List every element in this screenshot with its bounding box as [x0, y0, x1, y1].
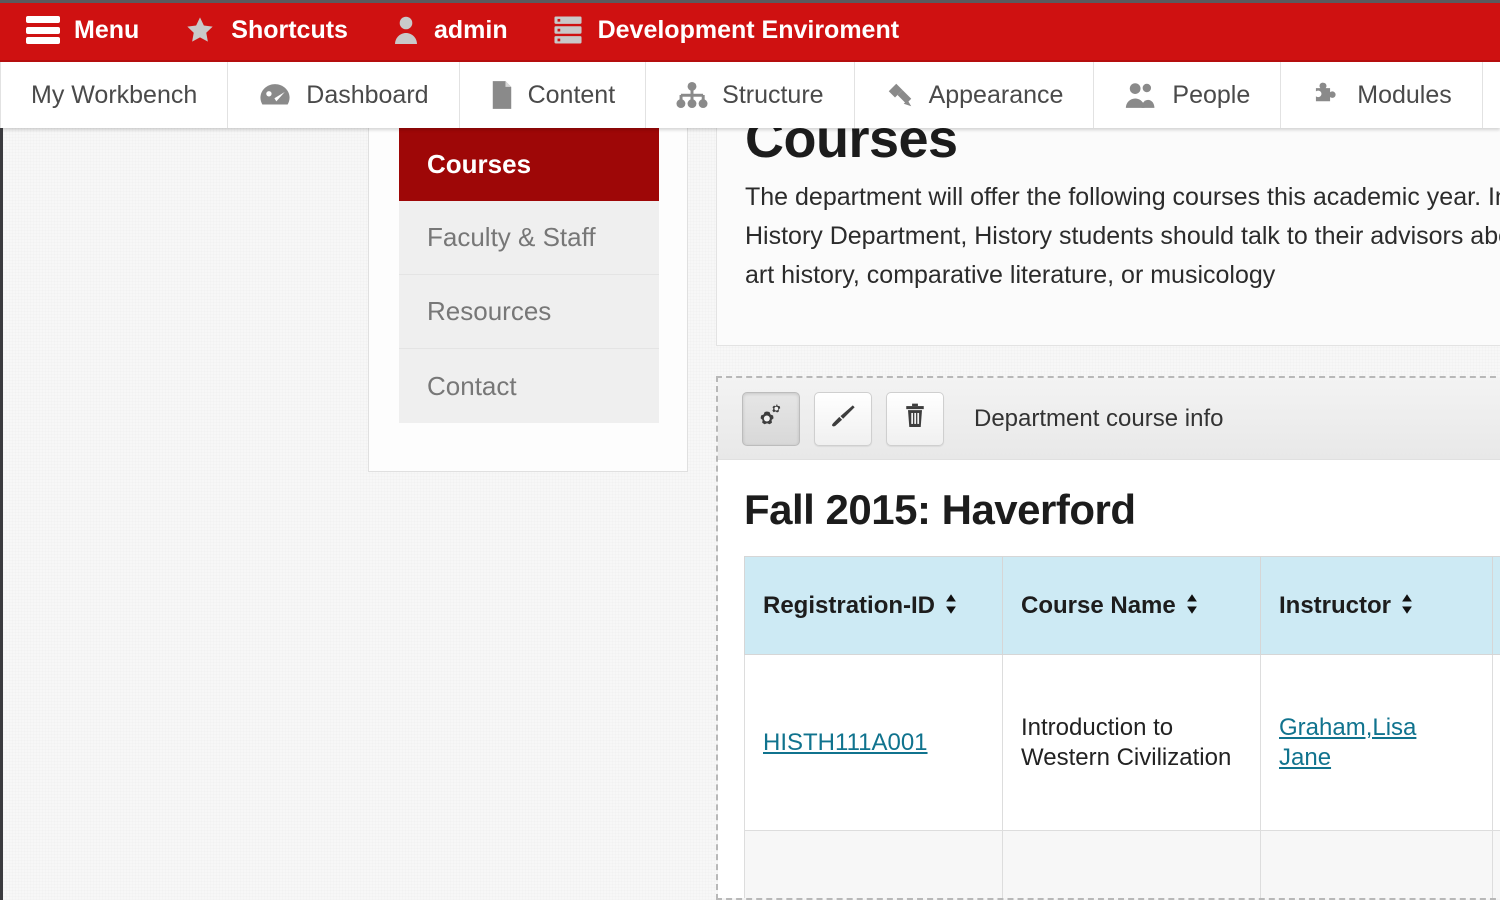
admin-user-label: admin: [433, 15, 508, 44]
tab-appearance-label: Appearance: [928, 80, 1064, 109]
sidebar-item-faculty-staff[interactable]: Faculty & Staff: [399, 201, 659, 275]
intro-line-2: History Department, History students sho…: [745, 222, 1500, 250]
column-header-instructor[interactable]: Instructor: [1260, 556, 1493, 655]
intro-line-1: The department will offer the following …: [745, 183, 1500, 211]
term-heading: Fall 2015: Haverford: [744, 486, 1136, 533]
sidebar-item-contact-label: Contact: [427, 370, 517, 401]
courses-table-body: HISTH111A001 Introduction to Western Civ…: [744, 654, 1500, 898]
cell-extra: [1492, 654, 1500, 831]
cell-registration-id: HISTH111A001: [744, 654, 1003, 831]
admin-toolbar: Menu Shortcuts admin Development Envirom…: [0, 0, 1500, 62]
structure-icon: [676, 81, 708, 109]
column-header-instructor-label: Instructor: [1279, 592, 1392, 619]
admin-menu-button[interactable]: Menu: [0, 0, 161, 61]
configure-button[interactable]: [742, 391, 800, 446]
cell-extra: [1492, 830, 1500, 898]
sort-icon[interactable]: [943, 593, 959, 622]
courses-block: Fall 2015: Haverford Registration-ID Cou…: [718, 460, 1500, 898]
hamburger-icon: [26, 16, 60, 44]
column-header-extra[interactable]: [1492, 556, 1500, 655]
cell-instructor: Graham,Lisa Jane: [1260, 654, 1493, 831]
tab-content-label: Content: [527, 80, 616, 109]
dashboard-icon: [258, 81, 292, 109]
admin-environment-button[interactable]: Development Enviroment: [530, 0, 921, 61]
tab-people[interactable]: People: [1094, 62, 1282, 128]
column-header-course-name[interactable]: Course Name: [1002, 556, 1261, 655]
sidebar-item-resources[interactable]: Resources: [399, 275, 659, 349]
paintbrush-icon: [828, 402, 858, 435]
star-icon: [183, 14, 217, 46]
column-header-course-name-label: Course Name: [1021, 592, 1176, 619]
tab-people-label: People: [1172, 80, 1251, 109]
edit-style-button[interactable]: [814, 391, 872, 446]
intro-block: Courses The department will offer the fo…: [716, 128, 1500, 346]
registration-id-link[interactable]: HISTH111A001: [763, 729, 928, 756]
sidebar-item-contact[interactable]: Contact: [399, 349, 659, 423]
intro-line-3: art history, comparative literature, or …: [745, 261, 1276, 289]
table-header-row: Registration-ID Course Name Instructor: [744, 556, 1500, 655]
table-row: Origins of the: [744, 830, 1500, 898]
sidebar-item-courses[interactable]: Courses: [399, 128, 659, 201]
person-icon: [392, 14, 420, 46]
gears-icon: [756, 402, 786, 435]
delete-button[interactable]: [886, 391, 944, 446]
main-column: Courses The department will offer the fo…: [716, 128, 1500, 346]
contextual-edit-region: Department course info Fall 2015: Haverf…: [716, 376, 1500, 900]
cell-registration-id: [744, 830, 1003, 898]
column-header-registration-id-label: Registration-ID: [763, 592, 936, 619]
server-icon: [552, 14, 584, 46]
table-row: HISTH111A001 Introduction to Western Civ…: [744, 654, 1500, 831]
tab-content[interactable]: Content: [460, 62, 647, 128]
tab-modules[interactable]: Modules: [1281, 62, 1483, 128]
instructor-link[interactable]: Graham,Lisa Jane: [1279, 714, 1416, 770]
sort-icon[interactable]: [1184, 593, 1200, 622]
document-icon: [490, 80, 514, 110]
tab-my-workbench-label: My Workbench: [31, 80, 198, 109]
tab-dashboard[interactable]: Dashboard: [228, 62, 460, 128]
sidebar-menu: Courses Faculty & Staff Resources Contac…: [399, 128, 659, 423]
courses-table-head: Registration-ID Course Name Instructor: [744, 556, 1500, 655]
tab-appearance[interactable]: Appearance: [855, 62, 1095, 128]
column-header-registration-id[interactable]: Registration-ID: [744, 556, 1003, 655]
tab-dashboard-label: Dashboard: [306, 80, 429, 109]
cell-course-name: Introduction to Western Civilization: [1002, 654, 1261, 831]
tab-structure[interactable]: Structure: [646, 62, 855, 128]
modules-icon: [1311, 80, 1343, 110]
contextual-toolbar: Department course info: [718, 378, 1500, 460]
sidebar-item-faculty-staff-label: Faculty & Staff: [427, 222, 596, 252]
admin-menu-label: Menu: [74, 15, 140, 44]
browser-left-edge: [0, 128, 3, 900]
admin-nav-tabs: My Workbench Dashboard Content Structure…: [0, 62, 1500, 128]
sidebar-item-resources-label: Resources: [427, 296, 552, 326]
people-icon: [1124, 81, 1158, 109]
tab-structure-label: Structure: [722, 80, 824, 109]
sidebar-item-courses-label: Courses: [427, 148, 532, 179]
admin-environment-label: Development Enviroment: [597, 15, 900, 44]
courses-table: Registration-ID Course Name Instructor H…: [744, 556, 1500, 898]
trash-icon: [901, 402, 929, 435]
contextual-label: Department course info: [974, 404, 1224, 432]
page-title: Courses: [745, 128, 958, 169]
page-content: Courses Faculty & Staff Resources Contac…: [0, 128, 1500, 900]
appearance-icon: [885, 80, 915, 110]
admin-user-button[interactable]: admin: [370, 0, 530, 61]
sort-icon[interactable]: [1399, 593, 1415, 622]
admin-shortcuts-button[interactable]: Shortcuts: [161, 0, 370, 61]
tab-modules-label: Modules: [1357, 80, 1452, 109]
cell-course-name: Origins of the: [1002, 830, 1261, 898]
tab-my-workbench[interactable]: My Workbench: [0, 62, 229, 128]
cell-instructor: [1260, 830, 1493, 898]
sidebar-block: Courses Faculty & Staff Resources Contac…: [368, 128, 688, 472]
admin-shortcuts-label: Shortcuts: [231, 15, 348, 44]
